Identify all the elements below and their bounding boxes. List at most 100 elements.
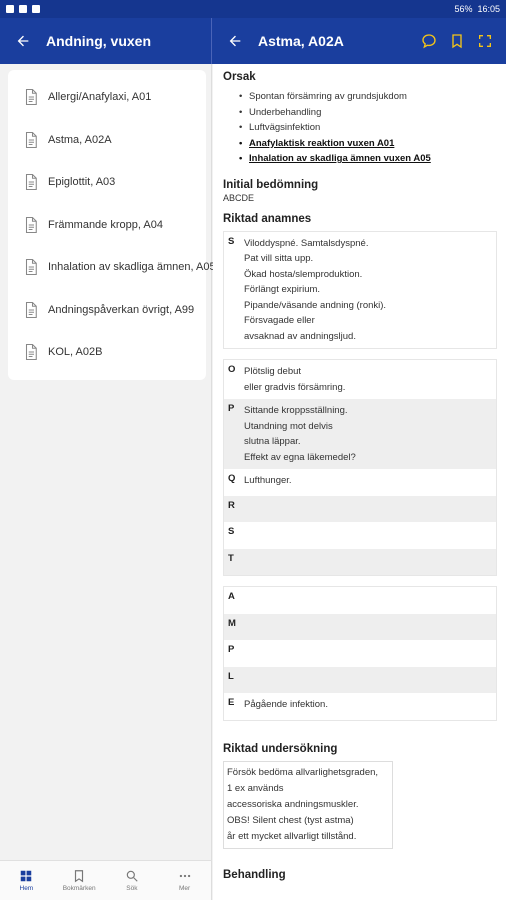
table-row: Q Lufthunger. xyxy=(224,469,496,496)
row-key: R xyxy=(228,499,235,511)
row-value xyxy=(240,587,496,614)
cause-item: Luftvägsinfektion xyxy=(239,120,506,136)
list-item[interactable]: Andningspåverkan övrigt, A99 xyxy=(8,289,206,332)
nav-search-label: Sök xyxy=(126,885,138,892)
section-title-exam: Riktad undersökning xyxy=(223,742,338,755)
sampler-table: S Viloddyspné. Samtalsdyspné. Pat vill s… xyxy=(223,230,497,349)
bottom-navigation: Hem Bokmärken Sök Mer xyxy=(0,860,212,900)
bookmark-icon xyxy=(452,34,462,49)
notification-icon xyxy=(6,5,14,13)
document-icon xyxy=(25,216,37,233)
detail-pane: Orsak Spontan försämring av grundsjukdom… xyxy=(213,64,506,900)
section-title-treatment: Behandling xyxy=(223,868,286,881)
back-button-right[interactable] xyxy=(212,18,258,64)
list-item-label: Främmande kropp, A04 xyxy=(48,218,163,231)
section-title-anamnes: Riktad anamnes xyxy=(223,212,312,225)
row-value xyxy=(240,614,496,641)
row-value: Viloddyspné. Samtalsdyspné. Pat vill sit… xyxy=(244,237,387,342)
fullscreen-button[interactable] xyxy=(474,30,496,52)
row-key: P xyxy=(228,644,235,655)
list-item-label: KOL, A02B xyxy=(48,346,103,359)
grid-icon xyxy=(21,870,32,882)
row-key: S xyxy=(228,235,235,247)
notification-icon xyxy=(32,5,40,13)
comment-button[interactable] xyxy=(418,30,440,52)
nav-more-label: Mer xyxy=(179,885,191,892)
document-icon xyxy=(25,131,37,148)
table-row: M xyxy=(224,613,496,641)
row-key: M xyxy=(228,617,236,629)
document-icon xyxy=(25,259,37,276)
document-icon xyxy=(25,344,37,361)
list-item-label: Andningspåverkan övrigt, A99 xyxy=(48,303,195,316)
opqrst-table: O Plötslig debut eller gradvis försämring… xyxy=(223,359,497,576)
table-row: S Viloddyspné. Samtalsdyspné. Pat vill s… xyxy=(224,232,496,349)
list-item-label: Allergi/Anafylaxi, A01 xyxy=(48,91,152,104)
list-item[interactable]: Epiglottit, A03 xyxy=(8,161,206,204)
initial-value: ABCDE xyxy=(223,192,255,203)
back-button-left[interactable] xyxy=(0,18,46,64)
cause-link[interactable]: Inhalation av skadliga ämnen vuxen A05 xyxy=(239,151,506,167)
topic-list-pane: Allergi/Anafylaxi, A01 Astma, A02A Epigl… xyxy=(0,64,216,860)
bookmark-button[interactable] xyxy=(446,30,468,52)
table-row: L xyxy=(224,666,496,694)
row-key: P xyxy=(228,403,235,414)
table-row: O Plötslig debut eller gradvis försämring… xyxy=(224,360,496,399)
document-icon xyxy=(25,89,37,106)
row-key: O xyxy=(228,364,236,375)
table-row: R xyxy=(224,495,496,522)
search-icon xyxy=(126,870,138,882)
nav-more[interactable]: Mer xyxy=(158,861,211,900)
list-item[interactable]: Främmande kropp, A04 xyxy=(8,204,206,247)
app-bar: Andning, vuxen Astma, A02A xyxy=(0,18,506,64)
row-key: T xyxy=(228,552,234,564)
row-value: Pågående infektion. xyxy=(244,699,328,710)
nav-home-label: Hem xyxy=(19,885,34,892)
list-item[interactable]: KOL, A02B xyxy=(8,331,206,374)
row-key: A xyxy=(228,591,235,602)
list-item-label: Astma, A02A xyxy=(48,133,112,146)
nav-search[interactable]: Sök xyxy=(106,861,159,900)
list-item[interactable]: Inhalation av skadliga ämnen, A05 xyxy=(8,246,216,289)
cause-item: Underbehandling xyxy=(239,105,506,121)
table-row: P xyxy=(224,640,496,667)
row-key: E xyxy=(228,697,235,708)
row-value xyxy=(240,522,496,549)
row-value xyxy=(240,549,496,576)
cause-link[interactable]: Anafylaktisk reaktion vuxen A01 xyxy=(239,136,506,152)
nav-bookmarks[interactable]: Bokmärken xyxy=(53,861,106,900)
clock: 16:05 xyxy=(477,4,500,14)
list-item[interactable]: Astma, A02A xyxy=(8,119,206,162)
table-row: T xyxy=(224,548,496,576)
table-row: A xyxy=(224,587,496,614)
section-title-initial: Initial bedömning xyxy=(223,178,319,191)
more-icon xyxy=(179,874,190,878)
comment-icon xyxy=(422,34,436,49)
arrow-left-icon xyxy=(17,35,29,47)
document-icon xyxy=(25,174,37,191)
list-item-label: Inhalation av skadliga ämnen, A05 xyxy=(48,261,216,274)
table-row: P Sittande kroppsställning. Utandning mot… xyxy=(224,399,496,469)
cause-list: Spontan försämring av grundsjukdom Under… xyxy=(223,89,506,167)
row-value: Sittande kroppsställning. Utandning mot … xyxy=(244,405,356,463)
cause-item: Spontan försämring av grundsjukdom xyxy=(239,89,506,105)
exam-text: Försök bedöma allvarlighetsgraden, 1 ex … xyxy=(223,760,393,849)
list-item[interactable]: Allergi/Anafylaxi, A01 xyxy=(8,76,206,119)
topic-list: Allergi/Anafylaxi, A01 Astma, A02A Epigl… xyxy=(8,70,216,380)
row-key: S xyxy=(228,526,235,537)
ample-table: A M P L E Pågående infektion. xyxy=(223,586,497,721)
row-value: Lufthunger. xyxy=(244,475,292,486)
nav-bookmarks-label: Bokmärken xyxy=(62,885,96,892)
document-icon xyxy=(25,301,37,318)
section-title-orsak: Orsak xyxy=(223,71,256,83)
row-key: Q xyxy=(228,473,236,484)
notification-icon xyxy=(19,5,27,13)
left-title: Andning, vuxen xyxy=(46,33,151,49)
nav-home[interactable]: Hem xyxy=(0,861,53,900)
arrow-left-icon xyxy=(229,35,241,47)
battery-text: 56% xyxy=(454,4,473,14)
table-row: E Pågående infektion. xyxy=(224,693,496,720)
row-value xyxy=(240,667,496,694)
status-bar: 56% 16:05 xyxy=(0,0,506,18)
row-value: Plötslig debut eller gradvis försämring. xyxy=(244,366,346,393)
